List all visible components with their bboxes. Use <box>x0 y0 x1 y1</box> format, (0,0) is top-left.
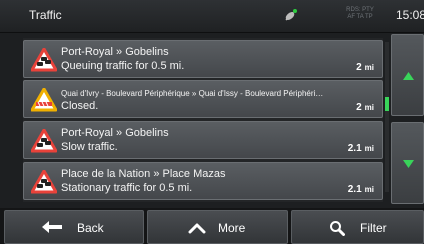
traffic-event-row[interactable]: Quai d'Ivry - Boulevard Périphérique » Q… <box>23 80 383 118</box>
filter-label: Filter <box>360 221 387 235</box>
traffic-jam-warning-icon <box>31 48 57 72</box>
back-arrow-icon <box>42 221 62 233</box>
scrollbar-thumb[interactable] <box>385 97 389 111</box>
event-route: Port-Royal » Gobelins <box>61 46 169 58</box>
page-title: Traffic <box>29 8 62 22</box>
rds-line-1: RDS: PTY <box>346 7 374 13</box>
traffic-jam-warning-icon <box>31 129 57 153</box>
traffic-event-row[interactable]: Port-Royal » Gobelins Queuing traffic fo… <box>23 40 383 78</box>
title-bar: Traffic RDS: PTY AF TA TP 15:08 <box>0 0 424 33</box>
event-distance: 2 mi <box>356 102 374 113</box>
scroll-down-arrow-icon <box>403 160 414 168</box>
event-distance: 2 mi <box>356 62 374 73</box>
road-works-warning-icon <box>31 88 57 112</box>
back-button[interactable]: Back <box>4 210 144 244</box>
event-status: Stationary traffic for 0.5 mi. <box>61 182 193 194</box>
distance-unit: mi <box>364 63 374 72</box>
event-status: Closed. <box>61 100 99 112</box>
scroll-up-button[interactable] <box>391 34 424 116</box>
distance-value: 2.1 <box>347 143 362 154</box>
traffic-event-row[interactable]: Place de la Nation » Place Mazas Station… <box>23 162 383 200</box>
scroll-up-arrow-icon <box>403 72 414 80</box>
rds-line-2: AF TA TP <box>347 14 373 20</box>
traffic-event-row[interactable]: Port-Royal » Gobelins Slow traffic. 2.1 m… <box>23 121 383 159</box>
distance-unit: mi <box>364 185 374 194</box>
distance-value: 2 <box>356 62 362 73</box>
event-status: Slow traffic. <box>61 141 118 153</box>
event-route: Place de la Nation » Place Mazas <box>61 168 226 180</box>
filter-button[interactable]: Filter <box>291 210 424 244</box>
more-label: More <box>218 221 246 235</box>
event-distance: 2.1 mi <box>348 184 374 195</box>
scroll-down-button[interactable] <box>391 122 424 204</box>
rds-indicator: RDS: PTY AF TA TP <box>343 7 377 21</box>
chevron-up-icon <box>188 223 206 234</box>
traffic-jam-warning-icon <box>31 170 57 194</box>
event-status: Queuing traffic for 0.5 mi. <box>61 60 185 72</box>
distance-unit: mi <box>364 103 374 112</box>
distance-value: 2.1 <box>347 184 362 195</box>
search-icon <box>330 221 345 236</box>
traffic-list: Port-Royal » Gobelins Queuing traffic fo… <box>23 38 383 202</box>
satellite-dish-icon <box>285 9 297 21</box>
back-label: Back <box>77 221 104 235</box>
clock: 15:08 <box>396 8 424 22</box>
scrollbar-track[interactable] <box>385 42 389 192</box>
event-distance: 2.1 mi <box>348 143 374 154</box>
distance-value: 2 <box>356 102 362 113</box>
event-route: Quai d'Ivry - Boulevard Périphérique » Q… <box>61 89 324 98</box>
distance-unit: mi <box>364 144 374 153</box>
event-route: Port-Royal » Gobelins <box>61 127 169 139</box>
more-button[interactable]: More <box>147 210 288 244</box>
